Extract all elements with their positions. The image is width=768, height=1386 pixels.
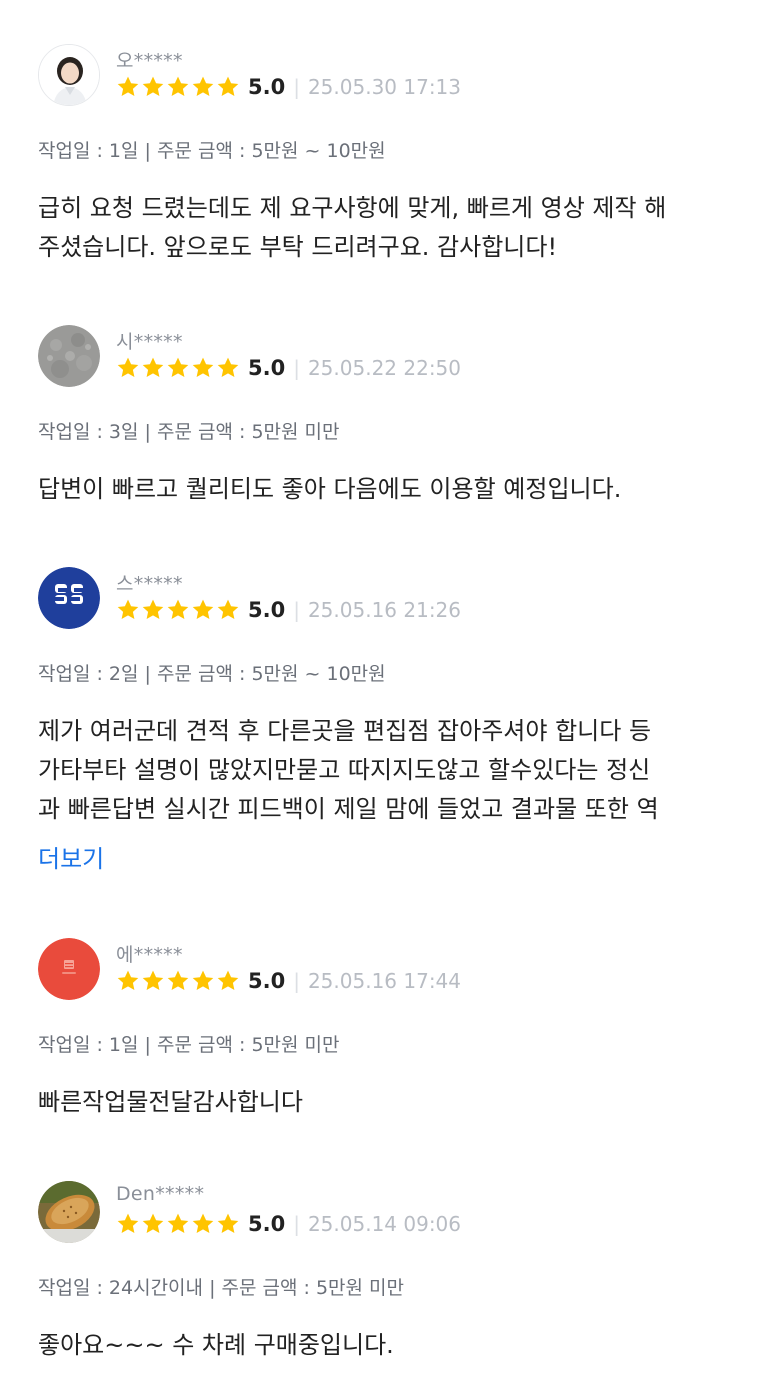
star-icon <box>166 969 190 993</box>
order-amount: 주문 금액 : 5만원 ~ 10만원 <box>157 663 386 685</box>
work-period: 작업일 : 3일 <box>38 421 139 443</box>
avatar[interactable] <box>38 938 100 1000</box>
review-text-line: 빠른작업물전달감사합니다 <box>38 1088 303 1116</box>
star-icon <box>166 598 190 622</box>
order-info: 작업일 : 3일 | 주문 금액 : 5만원 미만 <box>38 417 340 444</box>
review-text-line: 주셨습니다. 앞으로도 부탁 드리려구요. 감사합니다! <box>38 233 558 261</box>
star-icon <box>216 969 240 993</box>
review-date: 25.05.16 17:44 <box>307 969 462 993</box>
rating-score: 5.0 <box>248 75 286 99</box>
food-photo-icon <box>38 1181 100 1243</box>
star-icon <box>116 969 140 993</box>
rating-row: 5.0 | 25.05.16 21:26 <box>116 595 461 625</box>
reviewer-name: Den***** <box>116 1183 205 1205</box>
divider: | <box>293 598 300 622</box>
star-icon <box>166 356 190 380</box>
star-icon <box>191 1212 215 1236</box>
avatar[interactable] <box>38 44 100 106</box>
review-text: 빠른작업물전달감사합니다 <box>38 1083 738 1122</box>
star-icon <box>216 598 240 622</box>
divider: | <box>144 140 157 162</box>
review-text-line: 좋아요~~~ 수 차례 구매중입니다. <box>38 1331 394 1359</box>
star-icon <box>116 75 140 99</box>
reviewer-name: 오***** <box>116 50 183 72</box>
order-amount: 주문 금액 : 5만원 미만 <box>157 1034 340 1056</box>
review-date: 25.05.22 22:50 <box>307 356 462 380</box>
star-icon <box>191 75 215 99</box>
star-icon <box>216 356 240 380</box>
star-icon <box>116 356 140 380</box>
review-date: 25.05.30 17:13 <box>307 75 462 99</box>
star-icon <box>191 969 215 993</box>
order-amount: 주문 금액 : 5만원 미만 <box>157 421 340 443</box>
star-icon <box>116 598 140 622</box>
star-icon <box>141 75 165 99</box>
rating-score: 5.0 <box>248 598 286 622</box>
review-text: 제가 여러군데 견적 후 다른곳을 편집점 잡아주셔야 합니다 등 가타부타 설… <box>38 712 738 829</box>
avatar[interactable] <box>38 567 100 629</box>
star-icon <box>166 75 190 99</box>
divider: | <box>293 75 300 99</box>
star-icon <box>141 1212 165 1236</box>
read-more-link[interactable]: 더보기 <box>38 839 104 874</box>
divider: | <box>144 421 157 443</box>
order-info: 작업일 : 2일 | 주문 금액 : 5만원 ~ 10만원 <box>38 659 386 686</box>
order-amount: 주문 금액 : 5만원 ~ 10만원 <box>157 140 386 162</box>
review-date: 25.05.16 21:26 <box>307 598 462 622</box>
review-text: 답변이 빠르고 퀄리티도 좋아 다음에도 이용할 예정입니다. <box>38 470 738 509</box>
star-icon <box>166 1212 190 1236</box>
rating-stars <box>116 75 240 99</box>
work-period: 작업일 : 24시간이내 <box>38 1277 204 1299</box>
review-text: 급히 요청 드렸는데도 제 요구사항에 맞게, 빠르게 영상 제작 해 주셨습니… <box>38 189 738 267</box>
rating-stars <box>116 598 240 622</box>
divider: | <box>293 969 300 993</box>
divider: | <box>144 663 157 685</box>
divider: | <box>293 356 300 380</box>
rating-row: 5.0 | 25.05.14 09:06 <box>116 1209 461 1239</box>
order-info: 작업일 : 1일 | 주문 금액 : 5만원 미만 <box>38 1030 340 1057</box>
rating-stars <box>116 356 240 380</box>
order-info: 작업일 : 1일 | 주문 금액 : 5만원 ~ 10만원 <box>38 136 386 163</box>
reviewer-name: 스***** <box>116 573 183 595</box>
story-selling-logo-icon <box>38 567 100 629</box>
rating-score: 5.0 <box>248 969 286 993</box>
star-icon <box>141 356 165 380</box>
avatar[interactable] <box>38 1181 100 1243</box>
rating-row: 5.0 | 25.05.16 17:44 <box>116 966 461 996</box>
gray-texture-icon <box>38 325 100 387</box>
review-text: 좋아요~~~ 수 차례 구매중입니다. <box>38 1326 738 1365</box>
star-icon <box>141 598 165 622</box>
review-text-line: 가타부타 설명이 많았지만묻고 따지지도않고 할수있다는 정신 <box>38 756 651 784</box>
portrait-photo-icon <box>39 45 99 105</box>
review-text-line: 제가 여러군데 견적 후 다른곳을 편집점 잡아주셔야 합니다 등 <box>38 717 652 745</box>
review-date: 25.05.14 09:06 <box>307 1212 462 1236</box>
work-period: 작업일 : 1일 <box>38 140 139 162</box>
review-text-line: 급히 요청 드렸는데도 제 요구사항에 맞게, 빠르게 영상 제작 해 <box>38 194 667 222</box>
reviewer-name: 시***** <box>116 331 183 353</box>
rating-row: 5.0 | 25.05.30 17:13 <box>116 72 461 102</box>
star-icon <box>116 1212 140 1236</box>
work-period: 작업일 : 1일 <box>38 1034 139 1056</box>
star-icon <box>216 1212 240 1236</box>
order-info: 작업일 : 24시간이내 | 주문 금액 : 5만원 미만 <box>38 1273 404 1300</box>
avatar[interactable] <box>38 325 100 387</box>
divider: | <box>144 1034 157 1056</box>
star-icon <box>141 969 165 993</box>
review-text-line: 답변이 빠르고 퀄리티도 좋아 다음에도 이용할 예정입니다. <box>38 475 622 503</box>
rating-score: 5.0 <box>248 1212 286 1236</box>
rating-row: 5.0 | 25.05.22 22:50 <box>116 353 461 383</box>
reviewer-name: 에***** <box>116 944 183 966</box>
divider: | <box>209 1277 222 1299</box>
divider: | <box>293 1212 300 1236</box>
rating-score: 5.0 <box>248 356 286 380</box>
review-text-line: 과 빠른답변 실시간 피드백이 제일 맘에 들었고 결과물 또한 역 <box>38 795 659 823</box>
rating-stars <box>116 969 240 993</box>
star-icon <box>191 356 215 380</box>
work-period: 작업일 : 2일 <box>38 663 139 685</box>
star-icon <box>191 598 215 622</box>
star-icon <box>216 75 240 99</box>
red-calendar-logo-icon <box>38 938 100 1000</box>
rating-stars <box>116 1212 240 1236</box>
order-amount: 주문 금액 : 5만원 미만 <box>221 1277 405 1299</box>
